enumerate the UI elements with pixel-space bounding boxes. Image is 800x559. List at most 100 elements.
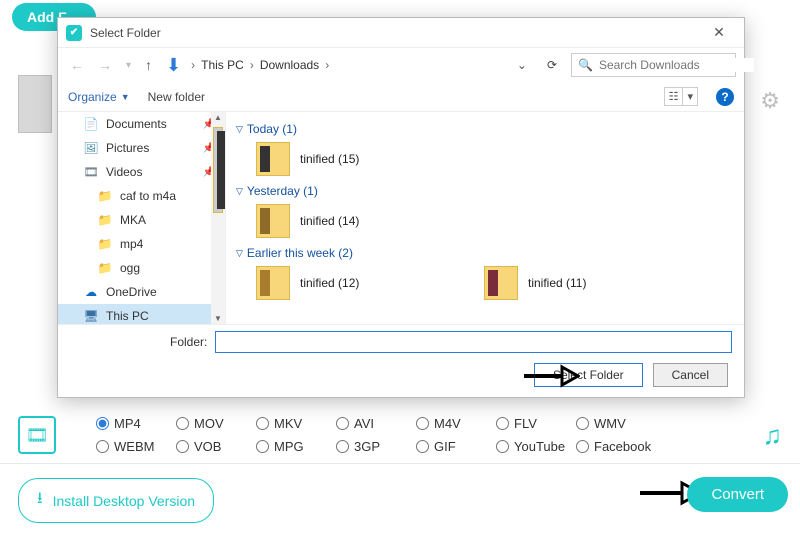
sidebar-item-videos[interactable]: 🎞Videos📌: [58, 160, 225, 184]
view-mode-button[interactable]: ☷▾: [664, 87, 698, 106]
format-wmv[interactable]: WMV: [576, 416, 656, 431]
group-header[interactable]: ▽ Earlier this week (2): [236, 246, 734, 260]
sidebar-item-onedrive[interactable]: ☁OneDrive: [58, 280, 225, 304]
folder-input[interactable]: [215, 331, 732, 353]
folder-icon: [256, 266, 290, 300]
folder-icon: 📁: [98, 213, 112, 227]
format-vob[interactable]: VOB: [176, 439, 256, 454]
folder-item[interactable]: tinified (15): [256, 142, 456, 176]
folder-content: ▽ Today (1) tinified (15) ▽ Yesterday (1) t…: [226, 112, 744, 324]
nav-row: ← → ▾ ↑ ⬇ › This PC › Downloads › ⌄ ⟳ 🔍: [58, 48, 744, 82]
breadcrumb[interactable]: › This PC › Downloads ›: [191, 58, 505, 72]
format-radio[interactable]: [576, 440, 589, 453]
history-dropdown-icon[interactable]: ▾: [122, 60, 135, 71]
format-gif[interactable]: GIF: [416, 439, 496, 454]
folder-icon: [256, 142, 290, 176]
format-facebook[interactable]: Facebook: [576, 439, 656, 454]
select-folder-button[interactable]: Select Folder: [534, 363, 643, 387]
format-radio[interactable]: [416, 440, 429, 453]
gear-icon[interactable]: ⚙: [760, 88, 780, 114]
folder-label: Folder:: [170, 335, 207, 349]
chevron-right-icon: ›: [325, 58, 329, 72]
format-m4v[interactable]: M4V: [416, 416, 496, 431]
folder-name: tinified (15): [300, 152, 359, 166]
sidebar-item-label: MKA: [120, 213, 146, 227]
format-radio[interactable]: [336, 417, 349, 430]
location-icon: ⬇: [166, 55, 181, 76]
search-box[interactable]: 🔍: [571, 53, 736, 77]
scroll-thumb[interactable]: [213, 127, 223, 213]
sidebar-item-pictures[interactable]: 🖼Pictures📌: [58, 136, 225, 160]
sidebar-item-mka[interactable]: 📁 MKA: [58, 208, 225, 232]
sidebar-item-mp4[interactable]: 📁mp4: [58, 232, 225, 256]
format-radio[interactable]: [576, 417, 589, 430]
format-webm[interactable]: WEBM: [96, 439, 176, 454]
back-icon[interactable]: ←: [66, 57, 88, 73]
format-options: MP4 MOV MKVAVIM4V FLV WMV WEBM VOB MPG 3GP GIFYou…: [96, 416, 656, 454]
vid-icon: 🎞: [84, 165, 98, 179]
folder-item[interactable]: tinified (11): [484, 266, 684, 300]
format-youtube[interactable]: YouTube: [496, 439, 576, 454]
folder-name: tinified (12): [300, 276, 359, 290]
sidebar-item-documents[interactable]: 📄Documents📌: [58, 112, 225, 136]
new-folder-button[interactable]: New folder: [148, 90, 205, 104]
dialog-title: Select Folder: [90, 26, 702, 40]
format-mpg[interactable]: MPG: [256, 439, 336, 454]
format-avi[interactable]: AVI: [336, 416, 416, 431]
format-radio[interactable]: [256, 440, 269, 453]
format-radio[interactable]: [496, 440, 509, 453]
format-flv[interactable]: FLV: [496, 416, 576, 431]
refresh-icon[interactable]: ⟳: [539, 58, 565, 72]
chevron-down-icon: ▽: [236, 124, 243, 135]
format-mov[interactable]: MOV: [176, 416, 256, 431]
location-dropdown-icon[interactable]: ⌄: [511, 58, 533, 72]
format-label: VOB: [194, 439, 221, 454]
format-radio[interactable]: [96, 440, 109, 453]
up-icon[interactable]: ↑: [141, 57, 156, 73]
format-label: 3GP: [354, 439, 380, 454]
sidebar-item-caf-to-m4a[interactable]: 📁caf to m4a: [58, 184, 225, 208]
format-radio[interactable]: [176, 417, 189, 430]
folder-icon: 📁: [98, 189, 112, 203]
format-radio[interactable]: [496, 417, 509, 430]
format-3gp[interactable]: 3GP: [336, 439, 416, 454]
organize-menu[interactable]: Organize ▼: [68, 90, 130, 104]
group-header[interactable]: ▽ Today (1): [236, 122, 734, 136]
format-radio[interactable]: [336, 440, 349, 453]
group-header[interactable]: ▽ Yesterday (1): [236, 184, 734, 198]
download-icon: ⭳: [37, 487, 43, 514]
sidebar-item-this-pc[interactable]: 🖥This PC: [58, 304, 225, 324]
forward-icon[interactable]: →: [94, 57, 116, 73]
scroll-up-icon[interactable]: ▲: [214, 112, 222, 123]
scroll-down-icon[interactable]: ▼: [214, 313, 222, 324]
close-icon[interactable]: ✕: [702, 24, 736, 41]
chevron-down-icon: ▽: [236, 248, 243, 259]
format-mp4[interactable]: MP4: [96, 416, 176, 431]
sidebar-item-ogg[interactable]: 📁ogg: [58, 256, 225, 280]
folder-item[interactable]: tinified (14): [256, 204, 456, 238]
format-radio[interactable]: [256, 417, 269, 430]
search-input[interactable]: [599, 58, 754, 72]
sidebar-item-label: Pictures: [106, 141, 149, 155]
format-radio[interactable]: [96, 417, 109, 430]
video-icon[interactable]: 🎞: [18, 416, 56, 454]
format-label: WEBM: [114, 439, 154, 454]
help-icon[interactable]: ?: [716, 88, 734, 106]
folder-icon: 📁: [98, 237, 112, 251]
format-radio[interactable]: [176, 440, 189, 453]
convert-button[interactable]: Convert: [687, 477, 788, 512]
scrollbar[interactable]: ▲ ▼: [211, 112, 225, 324]
chevron-down-icon: ▾: [683, 88, 697, 105]
preview-placeholder: [18, 75, 52, 133]
format-mkv[interactable]: MKV: [256, 416, 336, 431]
format-radio[interactable]: [416, 417, 429, 430]
crumb-downloads[interactable]: Downloads: [260, 58, 319, 72]
crumb-this-pc[interactable]: This PC: [201, 58, 244, 72]
format-label: FLV: [514, 416, 537, 431]
format-label: MP4: [114, 416, 141, 431]
audio-icon[interactable]: ♫: [763, 420, 783, 451]
folder-item[interactable]: tinified (12): [256, 266, 456, 300]
install-desktop-button[interactable]: ⭳ Install Desktop Version: [18, 478, 214, 523]
cancel-button[interactable]: Cancel: [653, 363, 728, 387]
format-label: MOV: [194, 416, 224, 431]
